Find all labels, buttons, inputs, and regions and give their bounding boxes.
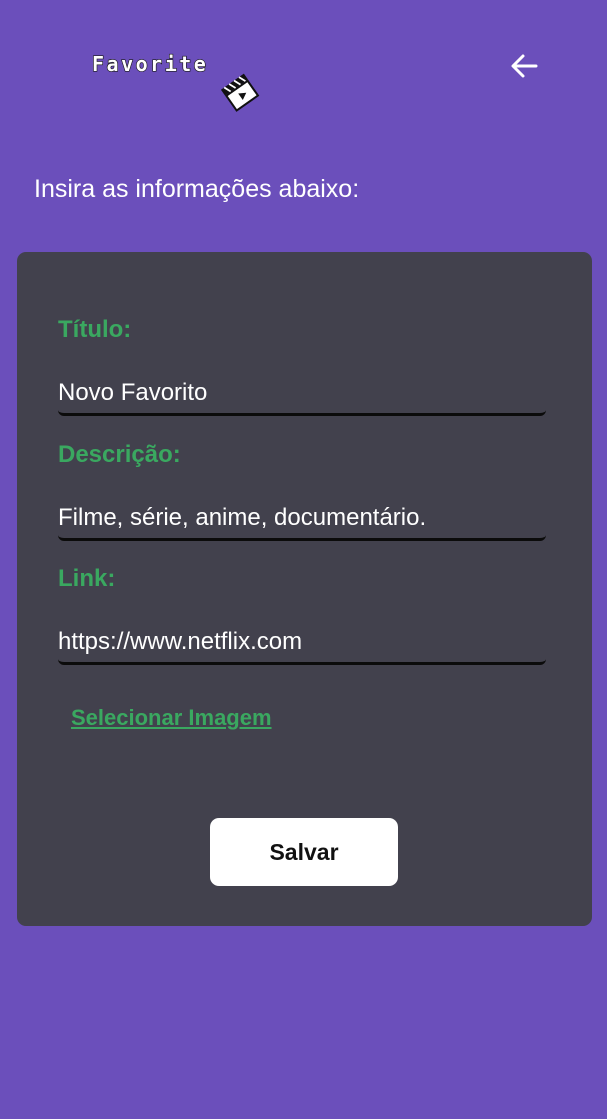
title-label: Título: [58,316,132,343]
description-input[interactable] [58,498,546,541]
title-input[interactable] [58,373,546,416]
instruction-text: Insira as informações abaixo: [34,175,360,203]
app-logo: Favorite [91,50,272,120]
description-label: Descrição: [58,441,181,468]
save-button[interactable]: Salvar [210,818,398,886]
logo-text: Favorite [91,51,209,76]
select-image-link[interactable]: Selecionar Imagem [71,705,272,731]
arrow-left-icon[interactable] [507,50,541,82]
clapperboard-icon [221,73,260,112]
app-header: Favorite [0,0,607,140]
link-label: Link: [58,565,116,592]
link-input[interactable] [58,622,546,665]
favorite-form-card: Título: Descrição: Link: Selecionar Imag… [17,252,592,926]
